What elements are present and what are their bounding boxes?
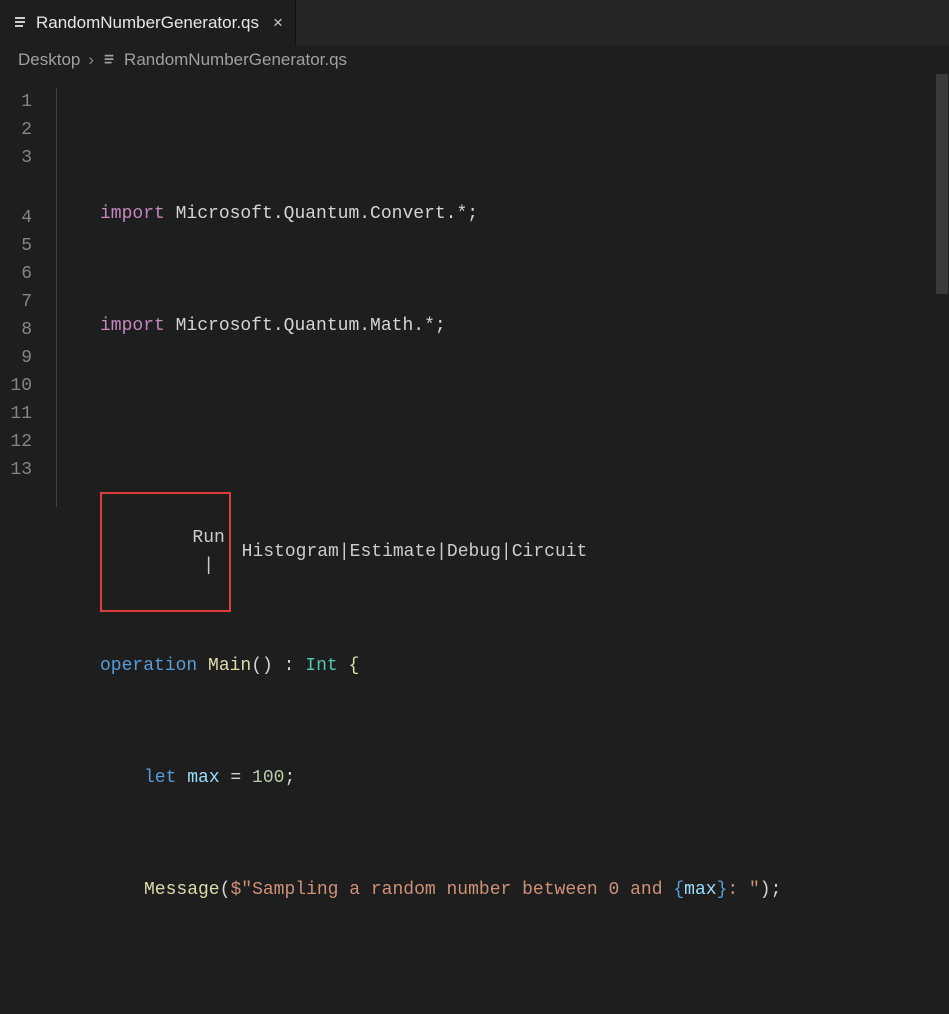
editor-tab[interactable]: RandomNumberGenerator.qs ×	[0, 0, 296, 46]
codelens-histogram[interactable]: Histogram	[242, 538, 339, 566]
tab-filename: RandomNumberGenerator.qs	[36, 13, 259, 33]
file-icon	[102, 53, 116, 67]
line-number: 2	[0, 116, 32, 144]
code-line: import Microsoft.Quantum.Math.*;	[56, 312, 949, 340]
code-editor[interactable]: 1 2 3 4 5 6 7 8 9 10 11 12 13 import Mic…	[0, 74, 949, 507]
line-number: 3	[0, 144, 32, 172]
breadcrumb-file[interactable]: RandomNumberGenerator.qs	[124, 50, 347, 70]
code-line: import Microsoft.Quantum.Convert.*;	[56, 200, 949, 228]
scrollbar-thumb[interactable]	[936, 74, 948, 294]
chevron-right-icon: ›	[88, 50, 94, 70]
line-number: 1	[0, 88, 32, 116]
code-line: Message($"Sampling a random number betwe…	[56, 876, 949, 904]
codelens-run[interactable]: Run	[192, 528, 224, 548]
line-number: 8	[0, 316, 32, 344]
code-line	[56, 424, 949, 452]
file-icon	[12, 15, 28, 31]
line-number: 9	[0, 344, 32, 372]
code-line: let max = 100;	[56, 764, 949, 792]
line-number: 6	[0, 260, 32, 288]
indent-guide	[56, 88, 57, 507]
codelens-estimate[interactable]: Estimate	[350, 538, 436, 566]
tab-bar: RandomNumberGenerator.qs ×	[0, 0, 949, 46]
code-line: operation Main() : Int {	[56, 652, 949, 680]
close-icon[interactable]: ×	[273, 13, 283, 33]
line-number: 5	[0, 232, 32, 260]
breadcrumb-folder[interactable]: Desktop	[18, 50, 80, 70]
breadcrumb: Desktop › RandomNumberGenerator.qs	[0, 46, 949, 74]
codelens-circuit[interactable]: Circuit	[512, 538, 588, 566]
line-number: 10	[0, 372, 32, 400]
code-area[interactable]: import Microsoft.Quantum.Convert.*; impo…	[56, 88, 949, 507]
line-number: 11	[0, 400, 32, 428]
code-line	[56, 988, 949, 1014]
highlight-box: Run |	[100, 492, 231, 612]
line-number: 13	[0, 456, 32, 484]
vertical-scrollbar[interactable]	[935, 74, 949, 507]
codelens-row: Run | Histogram | Estimate | Debug | Cir…	[56, 536, 949, 568]
codelens-debug[interactable]: Debug	[447, 538, 501, 566]
line-number: 12	[0, 428, 32, 456]
line-number-gutter: 1 2 3 4 5 6 7 8 9 10 11 12 13	[0, 88, 56, 507]
line-number: 4	[0, 204, 32, 232]
line-number: 7	[0, 288, 32, 316]
